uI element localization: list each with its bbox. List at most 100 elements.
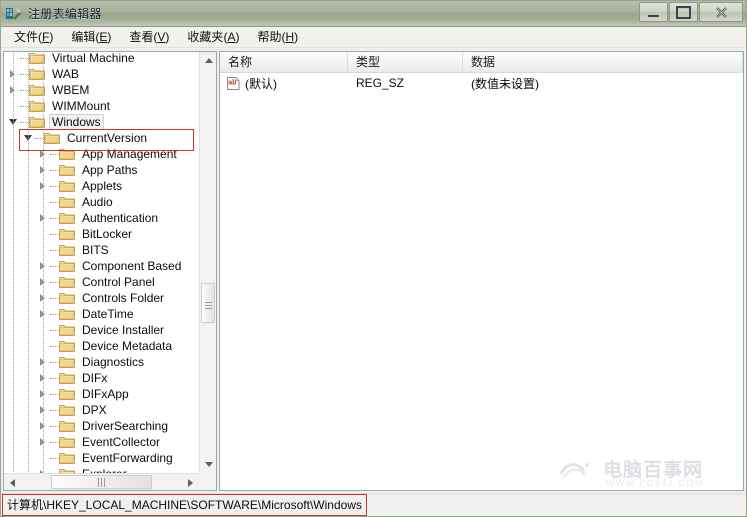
tree-item-label: Device Installer (82, 323, 165, 337)
tree-item-label: WIMMount (52, 99, 111, 113)
folder-icon (59, 435, 75, 449)
menu-file-accel: F (42, 30, 50, 44)
column-header-data[interactable]: 数据 (463, 52, 743, 72)
tree-item-authentication[interactable]: Authentication (4, 210, 198, 226)
tree-item-driversearching[interactable]: DriverSearching (4, 418, 198, 434)
tree-item-difx[interactable]: DIFx (4, 370, 198, 386)
tree-item-app-management[interactable]: App Management (4, 146, 198, 162)
tree-item-label: WBEM (52, 83, 90, 97)
tree-item-device-metadata[interactable]: Device Metadata (4, 338, 198, 354)
close-button[interactable] (699, 2, 743, 22)
scroll-right-button[interactable] (182, 474, 199, 490)
menu-view[interactable]: 查看(V) (120, 26, 178, 48)
scroll-left-button[interactable] (4, 474, 21, 490)
tree-item-bits[interactable]: BITS (4, 242, 198, 258)
tree-item-eventcollector[interactable]: EventCollector (4, 434, 198, 450)
scroll-down-button[interactable] (200, 456, 216, 473)
column-header-name[interactable]: 名称 (220, 52, 348, 72)
menu-favorites-accel: A (227, 30, 236, 44)
tree-item-virtual-machine[interactable]: Virtual Machine (4, 52, 198, 66)
folder-icon (59, 163, 75, 177)
menu-favorites[interactable]: 收藏夹(A) (178, 26, 248, 48)
menu-edit[interactable]: 编辑(E) (62, 26, 120, 48)
menu-help-accel: H (285, 30, 295, 44)
tree-vertical-scrollbar[interactable] (199, 52, 216, 473)
tree-item-diagnostics[interactable]: Diagnostics (4, 354, 198, 370)
svg-text:ab: ab (228, 79, 236, 86)
tree-item-label: BITS (82, 243, 109, 257)
tree-connector-line (50, 274, 59, 290)
folder-icon (59, 147, 75, 161)
folder-icon (59, 259, 75, 273)
column-header-type[interactable]: 类型 (348, 52, 463, 72)
tree-item-control-panel[interactable]: Control Panel (4, 274, 198, 290)
tree-item-device-installer[interactable]: Device Installer (4, 322, 198, 338)
vertical-scroll-thumb[interactable] (201, 283, 215, 323)
tree-item-controls-folder[interactable]: Controls Folder (4, 290, 198, 306)
tree-item-label: Controls Folder (82, 291, 165, 305)
tree-item-explorer[interactable]: Explorer (4, 466, 198, 473)
folder-icon (59, 179, 75, 193)
tree-item-component-based[interactable]: Component Based (4, 258, 198, 274)
value-row[interactable]: ab (默认) REG_SZ (数值未设置) (220, 73, 743, 93)
horizontal-scroll-thumb[interactable] (51, 475, 152, 489)
tree-item-label: DIFxApp (82, 387, 129, 401)
tree-item-bitlocker[interactable]: BitLocker (4, 226, 198, 242)
folder-icon (59, 275, 75, 289)
tree-connector-line (50, 354, 59, 370)
minimize-button[interactable] (639, 2, 668, 22)
tree-connector-line (50, 434, 59, 450)
tree-item-app-paths[interactable]: App Paths (4, 162, 198, 178)
folder-icon (59, 307, 75, 321)
tree-connector-line (50, 258, 59, 274)
tree-item-applets[interactable]: Applets (4, 178, 198, 194)
tree-item-label: DriverSearching (82, 419, 169, 433)
menu-help-label: 帮助 (257, 30, 282, 44)
tree-guide-line (43, 52, 44, 473)
maximize-button[interactable] (669, 2, 698, 22)
tree-item-label: Device Metadata (82, 339, 173, 353)
tree-item-currentversion[interactable]: CurrentVersion (4, 130, 198, 146)
tree-connector-line (50, 178, 59, 194)
menu-file[interactable]: 文件(F) (5, 26, 62, 48)
menu-edit-accel: E (99, 30, 108, 44)
h-scroll-thumb-grip (98, 477, 105, 487)
menu-help[interactable]: 帮助(H) (248, 26, 307, 48)
scroll-up-button[interactable] (200, 52, 216, 69)
tree-horizontal-scrollbar[interactable] (4, 473, 199, 490)
tree-item-wimmount[interactable]: WIMMount (4, 98, 198, 114)
menu-favorites-label: 收藏夹 (187, 30, 224, 44)
tree-connector-line (50, 226, 59, 242)
folder-icon (59, 339, 75, 353)
folder-icon (59, 387, 75, 401)
tree-item-difxapp[interactable]: DIFxApp (4, 386, 198, 402)
tree-item-dpx[interactable]: DPX (4, 402, 198, 418)
folder-icon (59, 403, 75, 417)
tree-item-label: EventForwarding (82, 451, 173, 465)
tree-connector-line (50, 370, 59, 386)
tree-item-wbem[interactable]: WBEM (4, 82, 198, 98)
tree-connector-line (50, 194, 59, 210)
tree-item-label: EventCollector (82, 435, 161, 449)
tree-item-wab[interactable]: WAB (4, 66, 198, 82)
tree-item-eventforwarding[interactable]: EventForwarding (4, 450, 198, 466)
tree-item-windows[interactable]: Windows (4, 114, 198, 130)
folder-icon (59, 371, 75, 385)
tree-item-audio[interactable]: Audio (4, 194, 198, 210)
tree-item-label: Virtual Machine (52, 52, 135, 65)
tree-item-label: Authentication (82, 211, 159, 225)
tree-connector-line (50, 450, 59, 466)
tree-item-datetime[interactable]: DateTime (4, 306, 198, 322)
maximize-icon (670, 3, 697, 21)
tree-connector-line (50, 210, 59, 226)
tree-item-label: Audio (82, 195, 113, 209)
